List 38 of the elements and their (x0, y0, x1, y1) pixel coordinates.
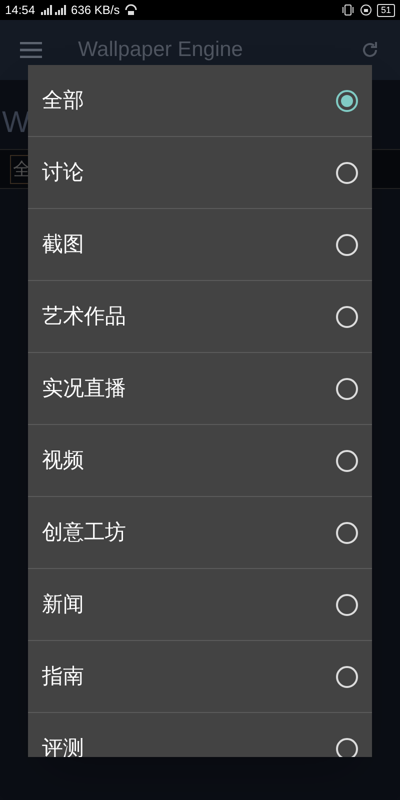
option-row[interactable]: 讨论 (28, 137, 372, 209)
menu-icon[interactable] (20, 42, 42, 58)
battery-indicator: 51 (376, 4, 395, 16)
option-row[interactable]: 视频 (28, 425, 372, 497)
option-label: 艺术作品 (42, 302, 126, 330)
radio-button[interactable] (336, 378, 358, 400)
option-row[interactable]: 指南 (28, 641, 372, 713)
radio-button[interactable] (336, 90, 358, 112)
vpn-icon (124, 4, 137, 16)
radio-button[interactable] (336, 450, 358, 472)
option-row[interactable]: 艺术作品 (28, 281, 372, 353)
option-label: 全部 (42, 86, 84, 114)
radio-button[interactable] (336, 666, 358, 688)
option-label: 视频 (42, 446, 84, 474)
status-time: 14:54 (5, 2, 36, 19)
option-label: 创意工坊 (42, 518, 126, 546)
radio-button[interactable] (336, 162, 358, 184)
option-row[interactable]: 全部 (28, 65, 372, 137)
option-row[interactable]: 新闻 (28, 569, 372, 641)
lock-icon (360, 4, 372, 16)
radio-button[interactable] (336, 306, 358, 328)
radio-button[interactable] (336, 594, 358, 616)
app-title: Wallpaper Engine (78, 37, 244, 64)
option-label: 实况直播 (42, 374, 126, 402)
radio-button[interactable] (336, 522, 358, 544)
radio-button[interactable] (336, 234, 358, 256)
signal-icon (40, 5, 66, 15)
network-speed: 636 KB/s (71, 2, 120, 19)
option-row[interactable]: 创意工坊 (28, 497, 372, 569)
option-label: 指南 (42, 662, 84, 690)
option-label: 讨论 (42, 158, 84, 186)
option-label: 截图 (42, 230, 84, 258)
vibrate-icon (340, 4, 355, 16)
option-row[interactable]: 实况直播 (28, 353, 372, 425)
option-label: 新闻 (42, 590, 84, 618)
option-row[interactable]: 截图 (28, 209, 372, 281)
page-heading: W (2, 106, 30, 139)
radio-button[interactable] (336, 738, 358, 757)
